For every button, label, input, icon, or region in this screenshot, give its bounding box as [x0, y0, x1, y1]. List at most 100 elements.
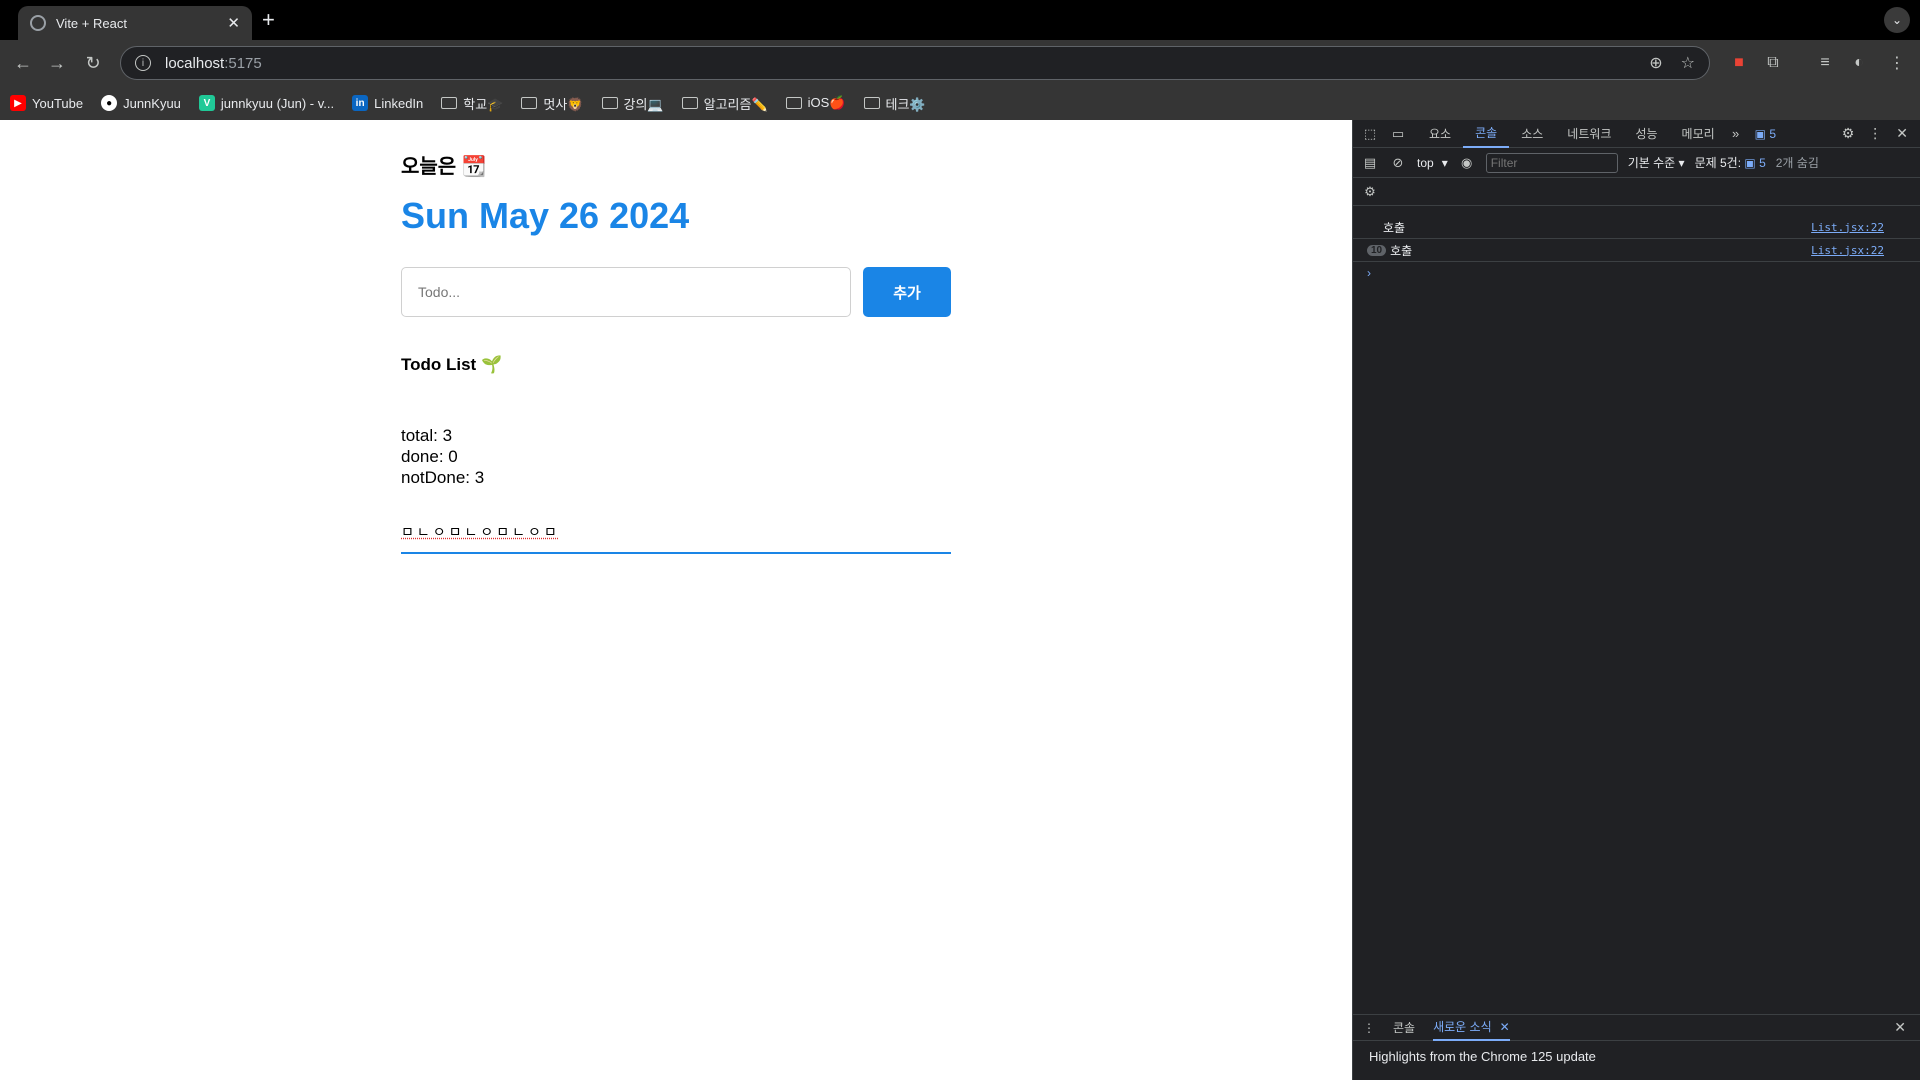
- bookmark-label: junnkyuu (Jun) - v...: [220, 95, 335, 111]
- log-source-link[interactable]: List.jsx:22: [1811, 244, 1884, 257]
- bookmark-label: JunnKyuu: [123, 95, 181, 111]
- drawer-tab-console[interactable]: 콘솔: [1393, 1015, 1415, 1041]
- linkedin-icon: in: [352, 95, 369, 111]
- folder-icon: [441, 97, 458, 109]
- console-filter-input[interactable]: [1485, 152, 1618, 173]
- reload-button[interactable]: ↻: [82, 52, 104, 74]
- current-date: Sun May 26 2024: [401, 195, 690, 236]
- bookmarks-bar: ▶ YouTube ● JunnKyuu V junnkyuu (Jun) - …: [0, 86, 1920, 120]
- bookmark-velog[interactable]: V junnkyuu (Jun) - v...: [198, 95, 335, 111]
- add-button[interactable]: 추가: [863, 267, 951, 317]
- tab-network[interactable]: 네트워크: [1555, 120, 1623, 148]
- bookmark-folder-school[interactable]: 학교🎓: [441, 94, 503, 113]
- bookmark-folder-algorithm[interactable]: 알고리즘✏️: [681, 94, 768, 113]
- page-viewport: 오늘은 📆 Sun May 26 2024 추가 Todo List 🌱 tot…: [0, 120, 1352, 1080]
- bookmark-label: 알고리즘✏️: [703, 96, 768, 112]
- bookmark-folder-likelion[interactable]: 멋사🦁: [521, 94, 584, 113]
- search-wrapper: [401, 524, 951, 554]
- close-tab-icon[interactable]: ✕: [1500, 1020, 1510, 1034]
- media-control-icon[interactable]: ≡: [1814, 52, 1836, 74]
- todo-input[interactable]: [401, 267, 851, 317]
- bookmark-label: 강의💻: [623, 96, 664, 112]
- console-settings-icon[interactable]: ⚙: [1361, 183, 1379, 201]
- tab-search-button[interactable]: ⌄: [1884, 7, 1910, 33]
- bookmark-linkedin[interactable]: in LinkedIn: [352, 95, 423, 111]
- search-input[interactable]: [401, 524, 951, 540]
- back-button[interactable]: ←: [12, 52, 34, 74]
- console-message: 10 호출 List.jsx:22: [1353, 239, 1920, 262]
- issues-count: 5: [1759, 156, 1766, 170]
- folder-icon: [601, 97, 618, 109]
- settings-gear-icon[interactable]: ⚙: [1842, 125, 1855, 142]
- devtools-drawer: ⋮ 콘솔 새로운 소식 ✕ ✕ Highlights from the Chro…: [1353, 1014, 1920, 1080]
- context-select[interactable]: top ▾: [1417, 156, 1448, 170]
- profile-avatar[interactable]: ◐: [1848, 52, 1870, 74]
- extensions-puzzle-icon[interactable]: ⧉: [1762, 52, 1784, 74]
- bookmark-label: YouTube: [32, 95, 84, 111]
- bookmark-label: 멋사🦁: [543, 96, 584, 112]
- forward-button[interactable]: →: [46, 52, 68, 74]
- issues-label: 문제 5건:: [1694, 156, 1742, 170]
- drawer-tab-bar: ⋮ 콘솔 새로운 소식 ✕ ✕: [1353, 1015, 1920, 1041]
- live-expression-eye-icon[interactable]: ◉: [1458, 154, 1476, 172]
- sidebar-toggle-icon[interactable]: ▤: [1361, 154, 1379, 172]
- clear-console-icon[interactable]: ⊘: [1389, 154, 1407, 172]
- menu-icon[interactable]: ⋮: [1886, 52, 1908, 74]
- folder-icon: [681, 97, 698, 109]
- todo-editor: 추가: [401, 267, 951, 317]
- close-devtools-icon[interactable]: ✕: [1896, 125, 1908, 142]
- bookmark-youtube[interactable]: ▶ YouTube: [10, 95, 83, 111]
- inspect-element-icon[interactable]: ⬚: [1361, 125, 1379, 143]
- drawer-tab-whats-new[interactable]: 새로운 소식 ✕: [1433, 1015, 1510, 1041]
- log-levels-label: 기본 수준: [1627, 156, 1676, 170]
- close-drawer-icon[interactable]: ✕: [1894, 1019, 1906, 1036]
- zoom-icon[interactable]: ⊕: [1649, 53, 1662, 73]
- url-port: :5175: [224, 54, 262, 72]
- browser-toolbar: ← → ↻ i localhost :5175 ⊕ ☆ ■ ⧉ ≡ ◐ ⋮: [0, 40, 1920, 86]
- bookmark-folder-ios[interactable]: iOS🍎: [785, 95, 846, 111]
- log-levels-select[interactable]: 기본 수준 ▾: [1628, 154, 1685, 171]
- address-bar[interactable]: i localhost :5175 ⊕ ☆: [120, 46, 1710, 80]
- bookmark-folder-lectures[interactable]: 강의💻: [601, 94, 664, 113]
- more-tabs-icon[interactable]: »: [1727, 125, 1745, 143]
- console-settings-row: ⚙: [1353, 178, 1920, 206]
- tab-memory[interactable]: 메모리: [1670, 120, 1727, 148]
- today-label: 오늘은 📆: [401, 156, 487, 178]
- context-label: top: [1417, 155, 1434, 170]
- youtube-icon: ▶: [10, 95, 26, 111]
- stat-done: done: 0: [401, 447, 458, 466]
- console-prompt[interactable]: ›: [1353, 262, 1920, 284]
- bookmark-github[interactable]: ● JunnKyuu: [101, 95, 181, 111]
- stat-total: total: 3: [401, 426, 453, 445]
- issues-badge[interactable]: ▣ 5: [1755, 127, 1776, 141]
- devtools-panel: ⬚ ▭ 요소 콘솔 소스 네트워크 성능 메모리 » ▣ 5 ⚙ ⋮ ✕ ▤ ⊘…: [1352, 120, 1920, 1080]
- tab-elements[interactable]: 요소: [1417, 120, 1463, 148]
- whats-new-headline: Highlights from the Chrome 125 update: [1369, 1049, 1596, 1064]
- log-message: 호출: [1390, 243, 1413, 258]
- new-tab-button[interactable]: +: [262, 8, 275, 32]
- device-toggle-icon[interactable]: ▭: [1389, 125, 1407, 143]
- console-toolbar: ▤ ⊘ top ▾ ◉ 기본 수준 ▾ 문제 5건: ▣ 5 2개 숨김: [1353, 148, 1920, 178]
- folder-icon: [521, 97, 538, 109]
- hidden-messages-count: 2개 숨김: [1775, 156, 1819, 170]
- extension-icon[interactable]: ■: [1728, 52, 1750, 74]
- dropdown-arrow-icon: ▾: [1441, 155, 1448, 170]
- tab-sources[interactable]: 소스: [1509, 120, 1555, 148]
- log-source-link[interactable]: List.jsx:22: [1811, 221, 1884, 234]
- close-tab-icon[interactable]: ✕: [227, 14, 240, 32]
- site-info-icon[interactable]: i: [135, 55, 151, 71]
- bookmark-folder-tech[interactable]: 테크⚙️: [863, 94, 926, 113]
- repeat-count-badge: 10: [1367, 244, 1387, 256]
- drawer-menu-icon[interactable]: ⋮: [1363, 1021, 1375, 1035]
- bookmark-label: LinkedIn: [374, 95, 424, 111]
- todo-stats: total: 3 done: 0 notDone: 3: [401, 425, 951, 488]
- devtools-menu-icon[interactable]: ⋮: [1868, 125, 1882, 142]
- todo-app: 오늘은 📆 Sun May 26 2024 추가 Todo List 🌱 tot…: [401, 150, 951, 554]
- bookmark-star-icon[interactable]: ☆: [1681, 53, 1695, 73]
- issues-counter[interactable]: 문제 5건: ▣ 5: [1695, 154, 1766, 171]
- tab-console[interactable]: 콘솔: [1463, 120, 1510, 148]
- tab-title: Vite + React: [56, 15, 127, 31]
- globe-icon: [30, 15, 46, 31]
- tab-performance[interactable]: 성능: [1623, 120, 1669, 148]
- browser-tab[interactable]: Vite + React ✕: [18, 6, 252, 40]
